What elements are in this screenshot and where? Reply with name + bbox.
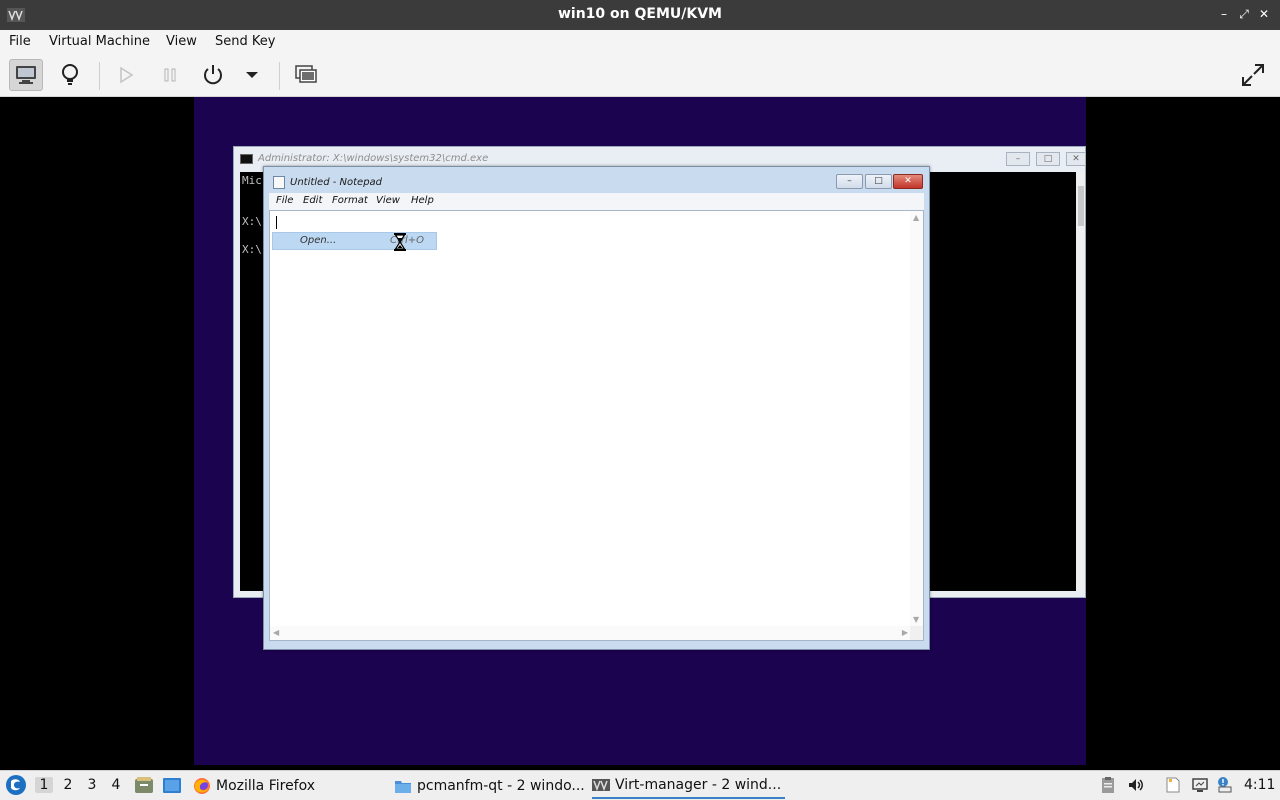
task-label: Virt-manager - 2 wind... <box>615 777 782 793</box>
start-menu-icon[interactable] <box>5 774 27 796</box>
power-dropdown-button[interactable] <box>235 59 269 91</box>
scroll-right-icon[interactable]: ▶ <box>902 628 908 637</box>
close-button[interactable]: ✕ <box>1256 6 1272 22</box>
details-button[interactable] <box>53 59 87 91</box>
cmd-scrollbar[interactable] <box>1077 172 1085 591</box>
network-icon[interactable] <box>1191 776 1209 794</box>
scroll-left-icon[interactable]: ◀ <box>273 628 279 637</box>
pause-icon <box>164 68 176 82</box>
resize-grip[interactable] <box>910 626 923 640</box>
notepad-menubar: File Edit Format View Help <box>269 193 924 210</box>
toolbar-separator <box>279 62 280 90</box>
cmd-icon <box>240 154 253 164</box>
notepad-menu-format[interactable]: Format <box>332 195 368 206</box>
maximize-button[interactable]: ⤢ <box>1236 6 1252 22</box>
virt-manager-icon <box>592 779 610 792</box>
pause-button[interactable] <box>153 59 187 91</box>
menubar: File Virtual Machine View Send Key <box>0 30 1280 54</box>
volume-icon[interactable] <box>1127 776 1145 794</box>
clock[interactable]: 4:11 <box>1244 777 1275 793</box>
chevron-down-icon <box>246 72 258 78</box>
console-button[interactable] <box>9 59 43 91</box>
folder-icon <box>395 781 411 793</box>
firefox-icon <box>194 778 210 794</box>
scroll-up-icon[interactable]: ▲ <box>913 213 919 222</box>
menu-view[interactable]: View <box>166 34 197 49</box>
menu-file[interactable]: File <box>9 34 31 49</box>
notepad-title: Untitled - Notepad <box>290 177 383 188</box>
scroll-down-icon[interactable]: ▼ <box>913 615 919 624</box>
cmd-maximize-button[interactable]: □ <box>1036 152 1060 166</box>
text-caret <box>276 216 277 229</box>
fullscreen-icon <box>1242 64 1264 86</box>
toolbar-separator <box>99 62 100 90</box>
notepad-vertical-scrollbar[interactable]: ▲ ▼ <box>910 211 923 626</box>
snapshots-button[interactable] <box>289 59 323 91</box>
notepad-menu-edit[interactable]: Edit <box>303 195 322 206</box>
notification-icon[interactable] <box>1216 776 1234 794</box>
notepad-horizontal-scrollbar[interactable]: ◀ ▶ <box>270 626 911 640</box>
snapshots-icon <box>295 65 317 83</box>
power-button[interactable] <box>196 59 230 91</box>
notepad-menu-view[interactable]: View <box>376 195 400 206</box>
notepad-icon <box>273 176 285 189</box>
task-firefox[interactable]: Mozilla Firefox <box>193 773 383 799</box>
fullscreen-button[interactable] <box>1236 59 1270 91</box>
vm-display[interactable]: Administrator: X:\windows\system32\cmd.e… <box>194 97 1086 765</box>
file-menu-open-item[interactable]: Open... Ctrl+O <box>272 232 437 250</box>
notepad-text-area[interactable]: ▲ ▼ ◀ ▶ <box>269 210 924 641</box>
window-title: win10 on QEMU/KVM <box>557 6 722 22</box>
workspace-3[interactable]: 3 <box>83 777 101 793</box>
notepad-close-button[interactable]: ✕ <box>893 174 923 189</box>
toolbar <box>0 54 1280 97</box>
task-label: pcmanfm-qt - 2 windo... <box>417 778 584 794</box>
menu-virtual-machine[interactable]: Virtual Machine <box>49 34 150 49</box>
open-item-label: Open... <box>300 235 337 246</box>
task-pcmanfm[interactable]: pcmanfm-qt - 2 windo... <box>394 773 584 799</box>
console-line: X:\ <box>242 243 262 256</box>
show-desktop-icon[interactable] <box>162 776 182 794</box>
notepad-window[interactable]: Untitled - Notepad – □ ✕ File Edit Forma… <box>263 166 930 650</box>
file-manager-launcher-icon[interactable] <box>134 776 154 794</box>
menu-send-key[interactable]: Send Key <box>215 34 275 49</box>
workspace-2[interactable]: 2 <box>59 777 77 793</box>
workspace-4[interactable]: 4 <box>107 777 125 793</box>
clipboard-tray-icon[interactable] <box>1099 776 1117 794</box>
scroll-thumb[interactable] <box>1078 186 1084 226</box>
task-virt-manager[interactable]: Virt-manager - 2 wind... <box>592 773 785 799</box>
hourglass-cursor-icon <box>394 233 406 251</box>
cmd-close-button[interactable]: ✕ <box>1066 152 1086 166</box>
taskbar: 1 2 3 4 Mozilla Firefox pcmanfm-qt - 2 w… <box>0 770 1280 800</box>
notes-tray-icon[interactable] <box>1164 776 1182 794</box>
power-icon <box>204 65 222 85</box>
notepad-menu-file[interactable]: File <box>276 195 293 206</box>
notepad-minimize-button[interactable]: – <box>836 174 863 189</box>
workspace-1[interactable]: 1 <box>35 777 53 793</box>
notepad-maximize-button[interactable]: □ <box>865 174 892 189</box>
run-button[interactable] <box>109 59 143 91</box>
lightbulb-icon <box>62 64 78 85</box>
notepad-menu-help[interactable]: Help <box>411 195 434 206</box>
minimize-button[interactable]: – <box>1216 6 1232 22</box>
play-icon <box>120 66 134 84</box>
console-line: Mic <box>242 174 262 187</box>
cmd-minimize-button[interactable]: – <box>1006 152 1030 166</box>
console-line: X:\ <box>242 215 262 228</box>
window-titlebar: win10 on QEMU/KVM – ⤢ ✕ <box>0 0 1280 30</box>
task-label: Mozilla Firefox <box>216 778 316 794</box>
cmd-title: Administrator: X:\windows\system32\cmd.e… <box>258 153 489 164</box>
console-icon <box>16 66 36 84</box>
